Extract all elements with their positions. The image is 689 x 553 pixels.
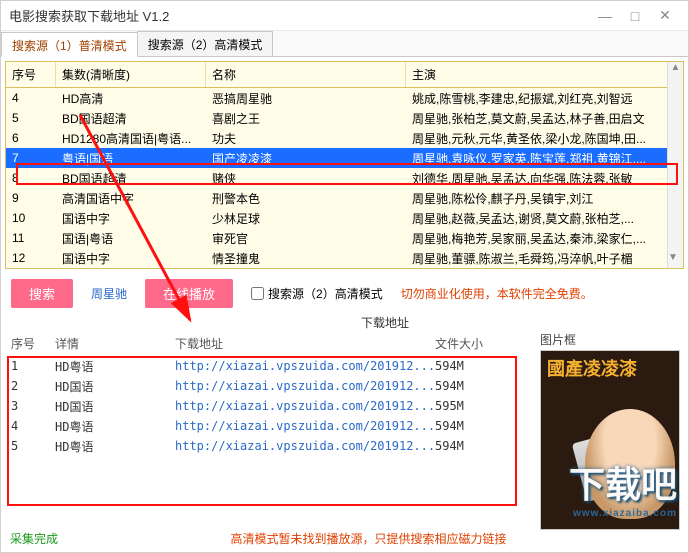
table-row[interactable]: 12国语中字情圣撞鬼周星驰,董骠,陈淑兰,毛舜筠,冯淬帆,叶子楣	[6, 248, 683, 268]
minimize-button[interactable]: —	[590, 8, 620, 24]
source2-checkbox-label: 搜索源（2）高清模式	[268, 285, 383, 302]
col-cast[interactable]: 主演	[406, 62, 683, 87]
table-row[interactable]: 10国语中字少林足球周星驰,赵薇,吴孟达,谢贤,莫文蔚,张柏芝,...	[6, 208, 683, 228]
table-row[interactable]: 5BD国语超清喜剧之王周星驰,张柏芝,莫文蔚,吴孟达,林子善,田启文	[6, 108, 683, 128]
keyword-display[interactable]: 周星驰	[91, 285, 127, 302]
picture-panel: 图片框 國產凌凌漆	[540, 331, 684, 530]
dcol-seq[interactable]: 序号	[5, 333, 49, 354]
usage-warning: 切勿商业化使用，本软件完全免费。	[401, 285, 593, 302]
table-row[interactable]: 13共20集已完结北斗双雄梁朝伟,周星驰,周润发,任达华,陈秀珠	[6, 268, 683, 269]
table-row[interactable]: 7粤语|国语国产凌凌漆周星驰,袁咏仪,罗家英,陈宝莲,郑祖,黄锦江,...	[6, 148, 683, 168]
tabs: 搜索源（1）普清模式 搜索源（2）高清模式	[1, 31, 688, 57]
scroll-up-icon[interactable]: ▲	[668, 62, 683, 78]
grid-header: 序号 集数(清晰度) 名称 主演	[6, 62, 683, 88]
close-button[interactable]: ✕	[650, 7, 680, 24]
tab-source-1[interactable]: 搜索源（1）普清模式	[1, 32, 138, 57]
col-name[interactable]: 名称	[206, 62, 406, 87]
search-button[interactable]: 搜索	[11, 279, 73, 308]
source2-checkbox-input[interactable]	[251, 287, 264, 300]
poster-face-shape	[585, 409, 675, 519]
download-grid-body[interactable]: 1HD粤语http://xiazai.vpszuida.com/201912..…	[5, 356, 534, 456]
lower-panel: 序号 详情 下载地址 文件大小 1HD粤语http://xiazai.vpszu…	[5, 331, 684, 530]
grid-scrollbar[interactable]: ▲ ▼	[667, 62, 683, 268]
play-button[interactable]: 在线播放	[145, 279, 233, 308]
picture-label: 图片框	[540, 331, 684, 348]
toolbar: 搜索 周星驰 在线播放 搜索源（2）高清模式 切勿商业化使用，本软件完全免费。	[1, 273, 688, 314]
table-row[interactable]: 9高清国语中字刑警本色周星驰,陈松伶,麒子丹,吴镇宇,刘江	[6, 188, 683, 208]
download-section-label: 下载地址	[1, 314, 688, 331]
col-seq[interactable]: 序号	[6, 62, 56, 87]
results-grid: 序号 集数(清晰度) 名称 主演 4HD高清恶搞周星驰姚成,陈雪桃,李建忠,纪振…	[5, 61, 684, 269]
table-row[interactable]: 4HD高清恶搞周星驰姚成,陈雪桃,李建忠,纪振斌,刘红亮,刘智远	[6, 88, 683, 108]
grid-body[interactable]: 4HD高清恶搞周星驰姚成,陈雪桃,李建忠,纪振斌,刘红亮,刘智远5BD国语超清喜…	[6, 88, 683, 269]
download-row[interactable]: 5HD粤语http://xiazai.vpszuida.com/201912..…	[5, 436, 534, 456]
table-row[interactable]: 11国语|粤语审死官周星驰,梅艳芳,吴家丽,吴孟达,秦沛,梁家仁,...	[6, 228, 683, 248]
titlebar: 电影搜索获取下载地址 V1.2 — □ ✕	[1, 1, 688, 31]
download-row[interactable]: 2HD国语http://xiazai.vpszuida.com/201912..…	[5, 376, 534, 396]
maximize-button[interactable]: □	[620, 8, 650, 24]
table-row[interactable]: 8BD国语超清赌侠刘德华,周星驰,吴孟达,向华强,陈法蓉,张敏	[6, 168, 683, 188]
download-grid: 序号 详情 下载地址 文件大小 1HD粤语http://xiazai.vpszu…	[5, 331, 534, 530]
download-row[interactable]: 3HD国语http://xiazai.vpszuida.com/201912..…	[5, 396, 534, 416]
source2-checkbox[interactable]: 搜索源（2）高清模式	[251, 285, 383, 302]
status-center: 高清模式暂未找到播放源，只提供搜索相应磁力链接	[58, 530, 679, 547]
dcol-url[interactable]: 下载地址	[169, 333, 429, 354]
dcol-detail[interactable]: 详情	[49, 333, 169, 354]
download-row[interactable]: 4HD粤语http://xiazai.vpszuida.com/201912..…	[5, 416, 534, 436]
status-left: 采集完成	[10, 530, 58, 547]
scroll-down-icon[interactable]: ▼	[668, 252, 678, 268]
table-row[interactable]: 6HD1280高清国语|粤语...功夫周星驰,元秋,元华,黄圣依,梁小龙,陈国坤…	[6, 128, 683, 148]
dcol-size[interactable]: 文件大小	[429, 333, 509, 354]
download-grid-header: 序号 详情 下载地址 文件大小	[5, 331, 534, 356]
statusbar: 采集完成 高清模式暂未找到播放源，只提供搜索相应磁力链接	[10, 530, 679, 547]
app-window: 电影搜索获取下载地址 V1.2 — □ ✕ 搜索源（1）普清模式 搜索源（2）高…	[0, 0, 689, 553]
download-row[interactable]: 1HD粤语http://xiazai.vpszuida.com/201912..…	[5, 356, 534, 376]
window-title: 电影搜索获取下载地址 V1.2	[9, 6, 590, 25]
tab-source-2[interactable]: 搜索源（2）高清模式	[137, 31, 274, 56]
col-set[interactable]: 集数(清晰度)	[56, 62, 206, 87]
movie-poster: 國產凌凌漆	[540, 350, 680, 530]
poster-title: 國產凌凌漆	[541, 351, 679, 385]
